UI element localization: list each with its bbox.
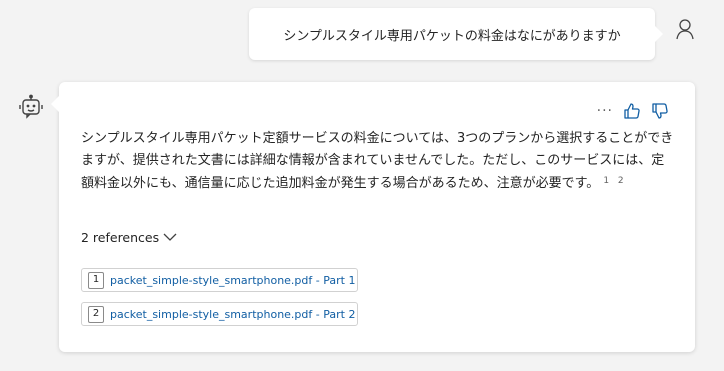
bot-message-card: ··· シンプルスタイル専用パケット定額サービスの料金については、3つのプランか… [51, 82, 695, 352]
user-message-bubble: シンプルスタイル専用パケットの料金はなにがありますか [249, 8, 663, 60]
bot-message-body: シンプルスタイル専用パケット定額サービスの料金については、3つのプランから選択す… [81, 131, 674, 191]
reference-number: 2 [88, 305, 104, 323]
citation-markers[interactable]: 1 2 [603, 176, 626, 186]
reference-label: packet_simple-style_smartphone.pdf - Par… [110, 307, 356, 321]
chevron-down-icon [163, 230, 177, 245]
reference-label: packet_simple-style_smartphone.pdf - Par… [110, 273, 356, 287]
references-toggle-label: 2 references [81, 230, 160, 245]
reference-chip-1[interactable]: 1 packet_simple-style_smartphone.pdf - P… [81, 268, 358, 292]
reference-chip-2[interactable]: 2 packet_simple-style_smartphone.pdf - P… [81, 302, 358, 326]
thumbs-down-icon[interactable] [651, 102, 669, 120]
references-toggle[interactable]: 2 references [81, 230, 177, 245]
user-avatar-icon [673, 17, 697, 41]
thumbs-up-icon[interactable] [623, 102, 641, 120]
bot-message-text: シンプルスタイル専用パケット定額サービスの料金については、3つのプランから選択す… [81, 128, 677, 195]
message-toolbar: ··· [597, 102, 669, 120]
more-options-icon[interactable]: ··· [597, 104, 613, 118]
user-message-text: シンプルスタイル専用パケットの料金はなにがありますか [283, 28, 621, 44]
reference-number: 1 [88, 271, 104, 289]
bot-avatar-icon [18, 94, 44, 120]
